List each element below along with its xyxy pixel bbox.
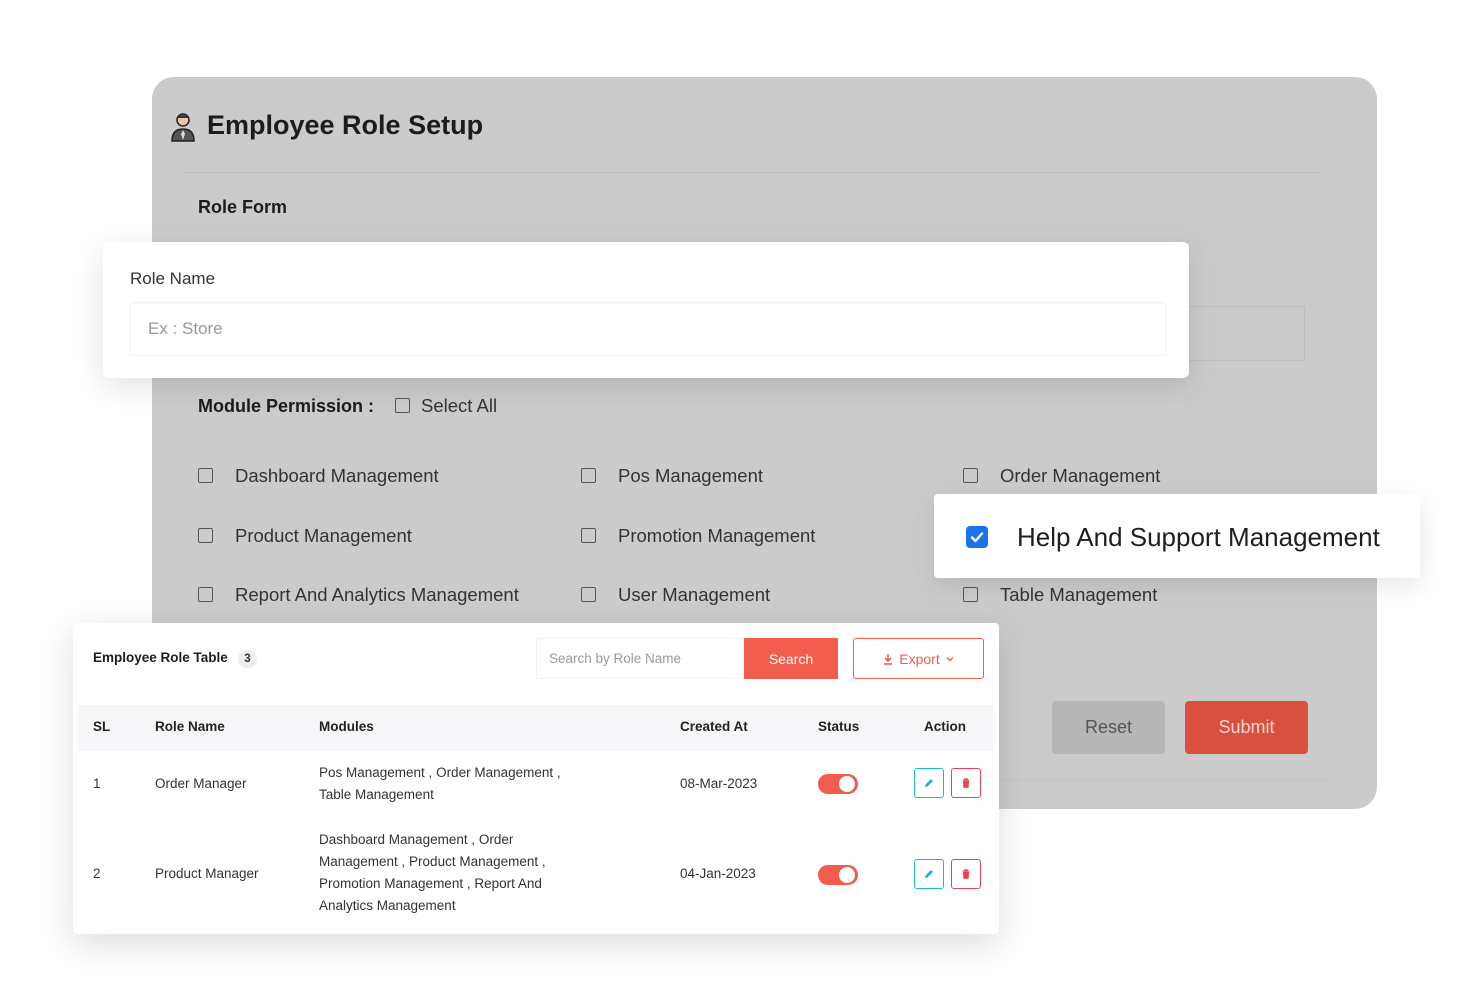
chevron-down-icon [946,656,954,661]
table-title: Employee Role Table [93,650,228,665]
select-all-label: Select All [421,395,498,416]
role-name-label: Role Name [130,269,216,288]
checkbox-pos-management[interactable] [581,468,596,483]
column-header-sl: SL [93,719,111,734]
role-name-card: Role Name [103,242,1189,378]
cell-created-at: 08-Mar-2023 [680,776,758,791]
pencil-icon [925,870,933,878]
reset-button[interactable]: Reset [1052,701,1165,754]
pencil-icon [925,779,933,787]
status-toggle[interactable] [818,865,858,885]
module-permission-label: Module Permission : [198,396,375,416]
delete-button[interactable] [951,768,981,798]
download-icon [884,653,893,665]
module-label: Promotion Management [618,525,816,546]
checkbox-user-management[interactable] [581,587,596,602]
edit-button[interactable] [914,859,944,889]
module-label: Table Management [1000,584,1158,605]
cell-created-at: 04-Jan-2023 [680,866,756,881]
module-label: User Management [618,584,771,605]
edit-button[interactable] [914,768,944,798]
role-form-heading: Role Form [198,197,288,217]
role-name-input-background [1180,306,1305,361]
column-header-status: Status [818,719,860,734]
help-and-support-label: Help And Support Management [1017,522,1380,552]
page-title: Employee Role Setup [207,110,484,140]
count-badge: 3 [238,650,257,668]
divider [185,172,1320,173]
checkbox-dashboard-management[interactable] [198,468,213,483]
cell-role-name: Order Manager [155,776,247,791]
divider [1000,780,1330,781]
employee-role-table-card: Employee Role Table 3 Search Export SL R… [73,623,999,934]
export-button[interactable]: Export [853,638,984,679]
cell-role-name: Product Manager [155,866,259,881]
column-header-created-at: Created At [680,719,748,734]
checkbox-table-management[interactable] [963,587,978,602]
checkbox-order-management[interactable] [963,468,978,483]
cell-modules: Pos Management , Order Management , Tabl… [319,765,561,802]
trash-icon [962,778,970,788]
checkbox-product-management[interactable] [198,528,213,543]
select-all-checkbox[interactable] [395,398,410,413]
module-label: Order Management [1000,465,1161,486]
column-header-role-name: Role Name [155,719,225,734]
cell-modules: Dashboard Management , Order Management … [319,832,546,913]
stage: Employee Role Setup Role Form Module Per… [0,0,1468,992]
module-label: Pos Management [618,465,764,486]
trash-icon [962,869,970,879]
column-header-action: Action [924,719,966,734]
status-toggle[interactable] [818,774,858,794]
role-name-input[interactable] [130,302,1166,356]
module-label: Product Management [235,525,412,546]
checkbox-report-and-analytics-management[interactable] [198,587,213,602]
checkbox-promotion-management[interactable] [581,528,596,543]
cell-sl: 1 [93,776,101,791]
check-icon [970,532,984,543]
delete-button[interactable] [951,859,981,889]
module-label: Dashboard Management [235,465,439,486]
help-and-support-card: Help And Support Management [934,494,1420,578]
submit-button[interactable]: Submit [1185,701,1308,754]
export-label: Export [899,650,940,667]
search-input[interactable] [536,638,744,679]
employee-icon [171,113,195,142]
checkbox-help-and-support-management[interactable] [966,526,988,548]
cell-sl: 2 [93,866,101,881]
column-header-modules: Modules [319,719,374,734]
module-label: Report And Analytics Management [235,584,519,605]
search-button[interactable]: Search [744,638,838,679]
